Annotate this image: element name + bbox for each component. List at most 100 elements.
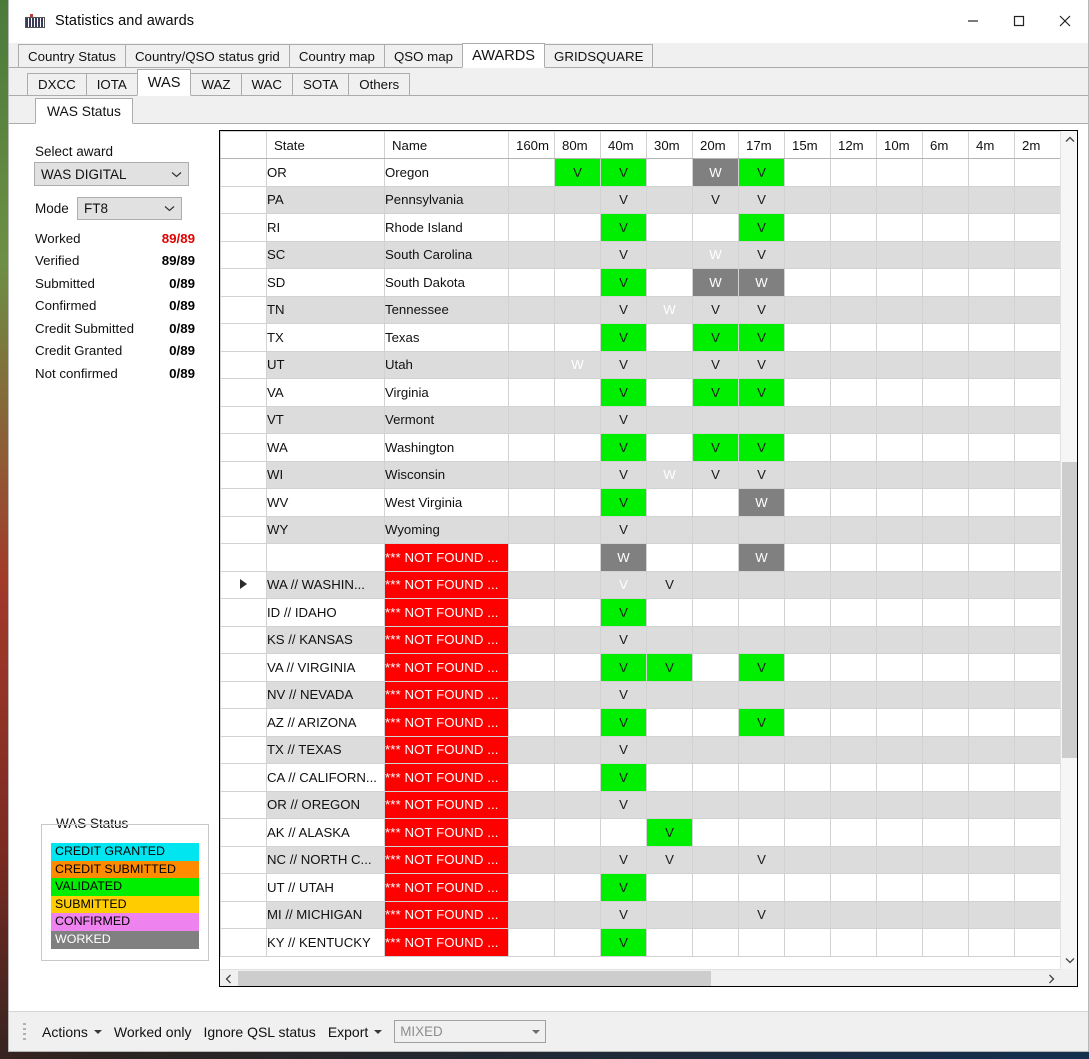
cell-band-12m[interactable] — [830, 350, 877, 379]
cell-band-40m[interactable]: V — [600, 268, 647, 297]
cell-band-160m[interactable] — [508, 268, 555, 297]
row-selector-cell[interactable] — [220, 543, 267, 572]
cell-band-12m[interactable] — [830, 268, 877, 297]
cell-band-40m[interactable]: V — [600, 350, 647, 379]
cell-band-20m[interactable] — [692, 818, 739, 847]
cell-band-10m[interactable] — [876, 543, 923, 572]
cell-band-17m[interactable]: V — [738, 653, 785, 682]
cell-band-6m[interactable] — [922, 488, 969, 517]
cell-band-80m[interactable] — [554, 708, 601, 737]
cell-band-30m[interactable] — [646, 735, 693, 764]
cell-band-15m[interactable] — [784, 708, 831, 737]
cell-band-30m[interactable] — [646, 433, 693, 462]
cell-band-15m[interactable] — [784, 790, 831, 819]
cell-band-2m[interactable] — [1014, 185, 1060, 214]
table-row[interactable]: WY Wyoming V — [220, 515, 1060, 544]
row-selector-cell[interactable] — [220, 268, 267, 297]
cell-band-2m[interactable] — [1014, 543, 1060, 572]
cell-band-2m[interactable] — [1014, 598, 1060, 627]
cell-band-6m[interactable] — [922, 763, 969, 792]
cell-band-160m[interactable] — [508, 213, 555, 242]
table-row[interactable]: UT // UTAH *** NOT FOUND ... V — [220, 873, 1060, 902]
cell-band-20m[interactable]: V — [692, 433, 739, 462]
table-row[interactable]: NV // NEVADA *** NOT FOUND ... V — [220, 680, 1060, 709]
cell-band-4m[interactable] — [968, 653, 1015, 682]
cell-band-40m[interactable]: V — [600, 653, 647, 682]
cell-band-40m[interactable]: V — [600, 598, 647, 627]
horizontal-scrollbar-thumb[interactable] — [238, 971, 711, 986]
cell-band-6m[interactable] — [922, 460, 969, 489]
cell-band-40m[interactable]: V — [600, 295, 647, 324]
cell-band-10m[interactable] — [876, 378, 923, 407]
table-row[interactable]: SC South Carolina V W V — [220, 240, 1060, 269]
cell-band-20m[interactable]: V — [692, 295, 739, 324]
cell-band-6m[interactable] — [922, 433, 969, 462]
cell-band-80m[interactable] — [554, 653, 601, 682]
cell-band-15m[interactable] — [784, 268, 831, 297]
cell-band-12m[interactable] — [830, 763, 877, 792]
cell-band-4m[interactable] — [968, 158, 1015, 187]
cell-band-10m[interactable] — [876, 763, 923, 792]
cell-band-15m[interactable] — [784, 323, 831, 352]
cell-band-15m[interactable] — [784, 460, 831, 489]
cell-band-30m[interactable]: V — [646, 570, 693, 599]
cell-band-40m[interactable]: V — [600, 240, 647, 269]
cell-band-10m[interactable] — [876, 900, 923, 929]
row-selector-cell[interactable] — [220, 460, 267, 489]
cell-band-20m[interactable] — [692, 735, 739, 764]
column-header-80m[interactable]: 80m — [554, 131, 601, 159]
cell-band-17m[interactable] — [738, 735, 785, 764]
cell-band-80m[interactable] — [554, 240, 601, 269]
column-header-state[interactable]: State — [266, 131, 385, 159]
row-selector-cell[interactable] — [220, 625, 267, 654]
cell-band-160m[interactable] — [508, 460, 555, 489]
column-header-selector[interactable] — [220, 131, 267, 159]
cell-band-17m[interactable] — [738, 790, 785, 819]
table-row[interactable]: WA Washington V V V — [220, 433, 1060, 462]
cell-band-2m[interactable] — [1014, 350, 1060, 379]
cell-band-2m[interactable] — [1014, 405, 1060, 434]
cell-band-4m[interactable] — [968, 240, 1015, 269]
cell-band-12m[interactable] — [830, 240, 877, 269]
cell-band-12m[interactable] — [830, 735, 877, 764]
cell-band-20m[interactable] — [692, 213, 739, 242]
cell-band-30m[interactable]: V — [646, 653, 693, 682]
cell-band-15m[interactable] — [784, 680, 831, 709]
export-button[interactable]: Export — [322, 1019, 388, 1045]
cell-band-160m[interactable] — [508, 570, 555, 599]
cell-band-40m[interactable]: V — [600, 515, 647, 544]
row-selector-cell[interactable] — [220, 295, 267, 324]
cell-band-160m[interactable] — [508, 790, 555, 819]
cell-band-4m[interactable] — [968, 845, 1015, 874]
cell-band-12m[interactable] — [830, 928, 877, 957]
tab-sota[interactable]: SOTA — [292, 73, 350, 95]
table-row[interactable]: CA // CALIFORN... *** NOT FOUND ... V — [220, 763, 1060, 792]
cell-band-4m[interactable] — [968, 900, 1015, 929]
cell-band-20m[interactable] — [692, 845, 739, 874]
cell-band-40m[interactable]: V — [600, 900, 647, 929]
cell-band-20m[interactable] — [692, 653, 739, 682]
tab-country-map[interactable]: Country map — [288, 44, 385, 67]
cell-band-80m[interactable] — [554, 460, 601, 489]
cell-band-6m[interactable] — [922, 570, 969, 599]
cell-band-2m[interactable] — [1014, 708, 1060, 737]
cell-band-12m[interactable] — [830, 185, 877, 214]
cell-band-30m[interactable] — [646, 763, 693, 792]
cell-band-80m[interactable] — [554, 625, 601, 654]
cell-band-17m[interactable]: V — [738, 708, 785, 737]
cell-band-40m[interactable]: V — [600, 708, 647, 737]
cell-band-4m[interactable] — [968, 268, 1015, 297]
tab-qso-map[interactable]: QSO map — [383, 44, 464, 67]
cell-band-6m[interactable] — [922, 653, 969, 682]
row-selector-cell[interactable] — [220, 653, 267, 682]
cell-band-80m[interactable] — [554, 735, 601, 764]
table-row[interactable]: NC // NORTH C... *** NOT FOUND ... V V V — [220, 845, 1060, 874]
column-header-12m[interactable]: 12m — [830, 131, 877, 159]
cell-band-6m[interactable] — [922, 818, 969, 847]
cell-band-160m[interactable] — [508, 598, 555, 627]
row-selector-cell[interactable] — [220, 708, 267, 737]
row-selector-cell[interactable] — [220, 790, 267, 819]
row-selector-cell[interactable] — [220, 598, 267, 627]
cell-band-80m[interactable] — [554, 405, 601, 434]
row-selector-cell[interactable] — [220, 873, 267, 902]
